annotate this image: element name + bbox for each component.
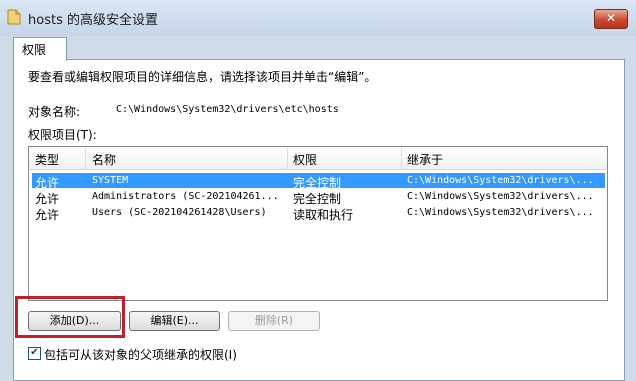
- instruction-text: 要查看或编辑权限项目的详细信息，请选择该项目并单击“编辑”。: [28, 70, 377, 84]
- object-name-label: 对象名称:: [28, 105, 81, 119]
- tab-permissions[interactable]: 权限: [13, 37, 67, 61]
- cell-name: SYSTEM: [92, 175, 129, 186]
- column-header-name[interactable]: 名称: [92, 151, 116, 168]
- table-row[interactable]: 允许 Users (SC-202104261428\Users) 读取和执行 C…: [32, 205, 605, 222]
- permission-entries-list[interactable]: 类型 名称 权限 继承于 允许 SYSTEM 完全控制 C:\Windows\S…: [28, 146, 608, 301]
- add-button[interactable]: 添加(D)...: [28, 311, 121, 331]
- cell-permission: 读取和执行: [293, 208, 354, 222]
- window-title: hosts 的高级安全设置: [28, 13, 158, 28]
- table-row[interactable]: 允许 SYSTEM 完全控制 C:\Windows\System32\drive…: [32, 173, 605, 190]
- close-button[interactable]: ✕: [594, 9, 628, 29]
- cell-name: Users (SC-202104261428\Users): [92, 207, 267, 218]
- remove-button[interactable]: 删除(R): [228, 311, 320, 331]
- inherit-permissions-label: 包括可从该对象的父项继承的权限(I): [44, 348, 237, 362]
- edit-button[interactable]: 编辑(E)...: [129, 311, 220, 331]
- cell-type: 允许: [35, 208, 60, 222]
- cell-inherited: C:\Windows\System32\drivers\...: [407, 191, 594, 202]
- column-header-inherited[interactable]: 继承于: [407, 151, 443, 168]
- cell-inherited: C:\Windows\System32\drivers\...: [407, 207, 594, 218]
- table-row[interactable]: 允许 Administrators (SC-202104261... 完全控制 …: [32, 189, 605, 206]
- column-header-type[interactable]: 类型: [35, 151, 59, 168]
- title-bar: hosts 的高级安全设置 ✕: [0, 0, 636, 36]
- permission-entries-label: 权限项目(T):: [28, 128, 97, 142]
- tab-label: 权限: [22, 43, 47, 57]
- list-header: 类型 名称 权限 继承于: [29, 147, 607, 170]
- cell-inherited: C:\Windows\System32\drivers\...: [407, 175, 594, 186]
- object-name-value: C:\Windows\System32\drivers\etc\hosts: [116, 104, 339, 115]
- file-icon: [7, 9, 21, 25]
- cell-name: Administrators (SC-202104261...: [92, 191, 279, 202]
- column-header-permission[interactable]: 权限: [293, 151, 317, 168]
- inherit-permissions-checkbox[interactable]: ✔: [28, 347, 41, 360]
